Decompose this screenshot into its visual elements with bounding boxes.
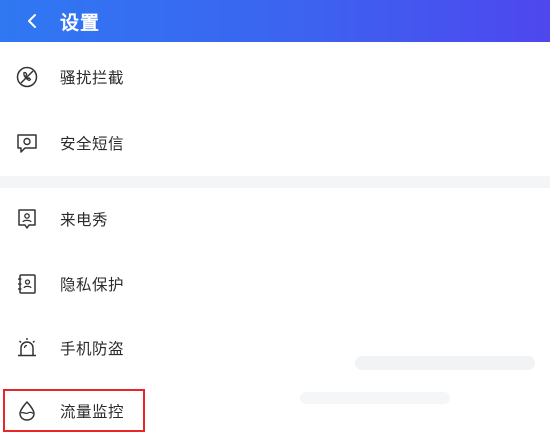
privacy-protection-icon bbox=[14, 271, 40, 297]
chevron-left-icon bbox=[28, 14, 36, 28]
settings-item-label: 骚扰拦截 bbox=[60, 69, 125, 87]
settings-item-label: 来电秀 bbox=[60, 211, 109, 229]
anti-theft-icon bbox=[14, 335, 40, 361]
page-title: 设置 bbox=[60, 11, 101, 34]
settings-item-secure-sms[interactable]: 安全短信 bbox=[0, 112, 550, 174]
harass-block-icon bbox=[14, 64, 40, 90]
traffic-monitor-icon bbox=[14, 398, 40, 424]
top-app-bar: 设置 bbox=[0, 0, 550, 42]
settings-item-harass-block[interactable]: 骚扰拦截 bbox=[0, 46, 550, 108]
settings-item-label: 流量监控 bbox=[60, 403, 125, 421]
caller-show-icon bbox=[14, 206, 40, 232]
settings-item-label: 手机防盗 bbox=[60, 340, 125, 358]
settings-item-label: 安全短信 bbox=[60, 135, 125, 153]
settings-item-traffic-monitor[interactable]: 流量监控 bbox=[0, 380, 550, 442]
settings-item-privacy-protection[interactable]: 隐私保护 bbox=[0, 253, 550, 315]
group-divider bbox=[0, 176, 550, 188]
settings-item-anti-theft[interactable]: 手机防盗 bbox=[0, 317, 550, 379]
secure-sms-icon bbox=[14, 130, 40, 156]
settings-item-caller-show[interactable]: 来电秀 bbox=[0, 188, 550, 250]
back-button[interactable] bbox=[12, 0, 52, 42]
settings-item-label: 隐私保护 bbox=[60, 276, 125, 294]
